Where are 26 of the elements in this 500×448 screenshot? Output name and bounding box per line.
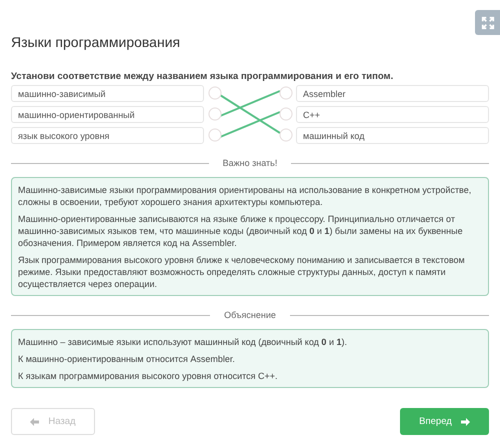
paragraph: Машинно-зависимые языки программирования ориентированы на использование в конкретном устройстве, сложны в освоении, требуют хорошего знания архитектуры компьютера. (18, 184, 472, 208)
connector-dot[interactable] (280, 86, 292, 100)
paragraph: Машинно-ориентированные записываются на языке ближе к процессору. Принципиально отличается от машинно-зависимых языков тем, что машинные коды (двоичный код 0 и 1) были замены на их буквенные обозначения. Примером является код на Assembler. (18, 213, 464, 249)
paragraph: Машинно – зависимые языки используют машинный код (двоичный код 0 и 1). (18, 336, 348, 348)
connector-dot[interactable] (280, 108, 292, 120)
paragraph: К языкам программирования высокого уровня относится C++. (18, 370, 279, 382)
connector-dot[interactable] (208, 108, 222, 120)
page-title: Языки программирования (11, 34, 182, 50)
match-item[interactable]: язык высокого уровня (11, 127, 204, 144)
paragraph: Язык программирования высокого уровня ближе к человеческому пониманию и записывается в текстовом режиме. Языки предоставляют возможность определять сложные структуры данных, доступ к памяти осуществляется через операции. (18, 254, 466, 290)
connector-dot[interactable] (280, 128, 292, 142)
match-item[interactable]: машинный код (296, 127, 489, 144)
fullscreen-button[interactable] (475, 10, 500, 35)
connector-dot[interactable] (208, 128, 222, 142)
arrow-right-icon (460, 418, 470, 426)
match-item[interactable]: C++ (296, 106, 489, 123)
connector-dot[interactable] (208, 86, 222, 100)
task-instruction: Установи соответствие между названием языка программирования и его типом. (11, 71, 394, 82)
paragraph: К машинно-ориентированным относится Assembler. (18, 353, 236, 365)
match-item[interactable]: машинно-ориентированный (11, 106, 204, 123)
match-item[interactable]: Assembler (296, 85, 489, 102)
section-heading: Объяснение (223, 310, 277, 320)
section-heading: Важно знать! (222, 158, 278, 168)
arrow-left-icon (30, 418, 40, 426)
expand-icon (480, 16, 494, 30)
match-item[interactable]: машинно-зависимый (11, 85, 204, 102)
